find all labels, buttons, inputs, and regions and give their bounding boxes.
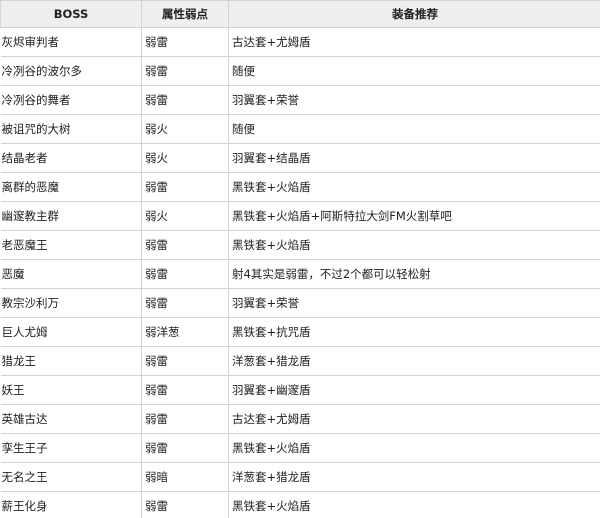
table-row: 冷冽谷的舞者 弱雷 羽翼套+荣誉 [0, 85, 600, 115]
boss-name-cell: 猎龙王 [0, 346, 142, 376]
table-row: 猎龙王 弱雷 洋葱套+猎龙盾 [0, 346, 600, 376]
boss-name-cell: 结晶老者 [0, 143, 142, 173]
table-row: 灰烬审判者 弱雷 古达套+尤姆盾 [0, 27, 600, 57]
weakness-cell: 弱雷 [141, 27, 229, 57]
weakness-cell: 弱雷 [141, 85, 229, 115]
boss-name-cell: 被诅咒的大树 [0, 114, 142, 144]
equipment-cell: 洋葱套+猎龙盾 [228, 346, 600, 376]
table-row: 薪王化身 弱雷 黑铁套+火焰盾 [0, 491, 600, 518]
weakness-cell: 弱雷 [141, 259, 229, 289]
equipment-cell: 羽翼套+幽邃盾 [228, 375, 600, 405]
boss-name-cell: 老恶魔王 [0, 230, 142, 260]
equipment-cell: 古达套+尤姆盾 [228, 404, 600, 434]
header-row: BOSS 属性弱点 装备推荐 [0, 0, 600, 28]
equipment-cell: 古达套+尤姆盾 [228, 27, 600, 57]
equipment-cell: 黑铁套+火焰盾 [228, 230, 600, 260]
table-row: 离群的恶魔 弱雷 黑铁套+火焰盾 [0, 172, 600, 202]
weakness-cell: 弱洋葱 [141, 317, 229, 347]
equipment-cell: 随便 [228, 56, 600, 86]
header-equipment: 装备推荐 [228, 0, 600, 28]
weakness-cell: 弱雷 [141, 172, 229, 202]
equipment-cell: 羽翼套+荣誉 [228, 85, 600, 115]
boss-name-cell: 巨人尤姆 [0, 317, 142, 347]
equipment-cell: 黑铁套+火焰盾 [228, 491, 600, 518]
boss-name-cell: 灰烬审判者 [0, 27, 142, 57]
weakness-cell: 弱雷 [141, 433, 229, 463]
header-weakness: 属性弱点 [141, 0, 229, 28]
equipment-cell: 洋葱套+猎龙盾 [228, 462, 600, 492]
equipment-cell: 黑铁套+火焰盾 [228, 172, 600, 202]
table-header: BOSS 属性弱点 装备推荐 [0, 0, 600, 28]
table-row: 老恶魔王 弱雷 黑铁套+火焰盾 [0, 230, 600, 260]
table-body: 灰烬审判者 弱雷 古达套+尤姆盾 冷冽谷的波尔多 弱雷 随便 冷冽谷的舞者 弱雷 羽翼套+荣誉被… [0, 27, 600, 518]
weakness-cell: 弱雷 [141, 346, 229, 376]
boss-name-cell: 薪王化身 [0, 491, 142, 518]
boss-name-cell: 幽邃教主群 [0, 201, 142, 231]
weakness-cell: 弱雷 [141, 491, 229, 518]
equipment-cell: 射4其实是弱雷，不过2个都可以轻松射 [228, 259, 600, 289]
table-row: 结晶老者 弱火 羽翼套+结晶盾 [0, 143, 600, 173]
boss-name-cell: 教宗沙利万 [0, 288, 142, 318]
boss-name-cell: 孪生王子 [0, 433, 142, 463]
weakness-cell: 弱雷 [141, 230, 229, 260]
weakness-cell: 弱火 [141, 143, 229, 173]
table-row: 巨人尤姆 弱洋葱 黑铁套+抗咒盾 [0, 317, 600, 347]
boss-name-cell: 冷冽谷的波尔多 [0, 56, 142, 86]
table-row: 无名之王 弱暗 洋葱套+猎龙盾 [0, 462, 600, 492]
boss-name-cell: 妖王 [0, 375, 142, 405]
boss-name-cell: 冷冽谷的舞者 [0, 85, 142, 115]
boss-name-cell: 无名之王 [0, 462, 142, 492]
boss-name-cell: 恶魔 [0, 259, 142, 289]
equipment-cell: 羽翼套+荣誉 [228, 288, 600, 318]
weakness-cell: 弱雷 [141, 56, 229, 86]
boss-table: BOSS 属性弱点 装备推荐 灰烬审判者 弱雷 古达套+尤姆盾 冷冽谷的波尔多 弱雷 随便… [0, 0, 600, 518]
weakness-cell: 弱雷 [141, 288, 229, 318]
table-row: 孪生王子 弱雷 黑铁套+火焰盾 [0, 433, 600, 463]
weakness-cell: 弱雷 [141, 375, 229, 405]
weakness-cell: 弱火 [141, 201, 229, 231]
table-row: 英雄古达 弱雷 古达套+尤姆盾 [0, 404, 600, 434]
boss-name-cell: 离群的恶魔 [0, 172, 142, 202]
table-row: 教宗沙利万 弱雷 羽翼套+荣誉 [0, 288, 600, 318]
table-row: 妖王 弱雷 羽翼套+幽邃盾 [0, 375, 600, 405]
table-row: 被诅咒的大树 弱火 随便 [0, 114, 600, 144]
weakness-cell: 弱火 [141, 114, 229, 144]
weakness-cell: 弱暗 [141, 462, 229, 492]
equipment-cell: 黑铁套+火焰盾 [228, 433, 600, 463]
table-row: 恶魔 弱雷 射4其实是弱雷，不过2个都可以轻松射 [0, 259, 600, 289]
boss-name-cell: 英雄古达 [0, 404, 142, 434]
equipment-cell: 黑铁套+抗咒盾 [228, 317, 600, 347]
table-row: 冷冽谷的波尔多 弱雷 随便 [0, 56, 600, 86]
weakness-cell: 弱雷 [141, 404, 229, 434]
equipment-cell: 羽翼套+结晶盾 [228, 143, 600, 173]
header-boss: BOSS [0, 0, 142, 28]
table-row: 幽邃教主群 弱火 黑铁套+火焰盾+阿斯特拉大剑FM火割草吧 [0, 201, 600, 231]
equipment-cell: 随便 [228, 114, 600, 144]
equipment-cell: 黑铁套+火焰盾+阿斯特拉大剑FM火割草吧 [228, 201, 600, 231]
